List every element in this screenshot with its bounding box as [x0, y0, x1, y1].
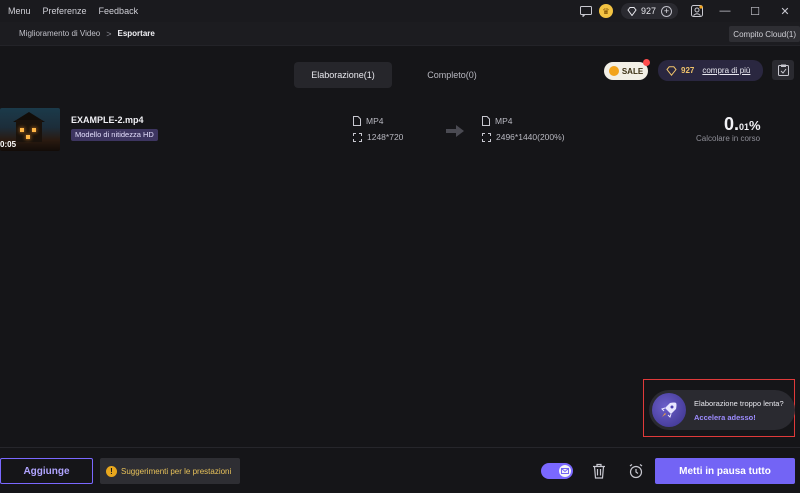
notification-dot [643, 59, 650, 66]
progress-status: Calcolare in corso [696, 134, 761, 143]
breadcrumb-parent[interactable]: Miglioramento di Video [19, 29, 100, 38]
title-bar: Menu Preferenze Feedback ♛ 927 + — ☐ ✕ [0, 0, 800, 22]
sale-label: SALE [621, 66, 644, 76]
message-icon[interactable] [579, 4, 593, 18]
progress-percent: 0.01% [724, 114, 761, 134]
clipboard-icon [777, 64, 789, 76]
thumbnail-window [32, 128, 36, 132]
rocket-icon [652, 393, 686, 427]
trash-icon [593, 463, 605, 479]
coin-balance[interactable]: 927 + [620, 3, 678, 19]
thumbnail-window [20, 128, 24, 132]
gem-icon [627, 6, 637, 16]
resolution-icon [353, 132, 362, 142]
task-row: 0:05 EXAMPLE-2.mp4 Modello di nitidezza … [0, 108, 800, 152]
email-notify-toggle[interactable] [541, 463, 573, 479]
buy-more-pill[interactable]: 927 compra di più [658, 60, 763, 81]
user-account-icon[interactable] [690, 4, 704, 18]
mail-icon [561, 468, 569, 474]
speed-up-highlight: Elaborazione troppo lenta? Accelera ades… [643, 379, 795, 437]
alarm-clock-icon [629, 464, 643, 479]
video-duration: 0:05 [0, 140, 17, 149]
coin-icon [608, 66, 619, 76]
coin-count: 927 [640, 6, 656, 16]
add-button[interactable]: Aggiunge [0, 458, 93, 484]
warning-icon: ! [106, 465, 117, 477]
menu-item-feedback[interactable]: Feedback [99, 6, 139, 16]
tab-bar: Elaborazione(1) Completo(0) [294, 62, 502, 88]
speed-up-question: Elaborazione troppo lenta? [694, 398, 784, 408]
video-thumbnail[interactable]: 0:05 [0, 108, 60, 151]
pause-all-button[interactable]: Metti in pausa tutto [655, 458, 795, 484]
model-tag: Modello di nitidezza HD [71, 129, 158, 141]
performance-tips-button[interactable]: ! Suggerimenti per le prestazioni [100, 458, 240, 484]
gem-count: 927 [681, 66, 695, 75]
menu-item-preferences[interactable]: Preferenze [43, 6, 87, 16]
maximize-icon[interactable]: ☐ [740, 0, 770, 22]
cloud-task-button[interactable]: Compito Cloud(1) [729, 26, 800, 42]
file-icon [353, 116, 361, 126]
source-resolution: 1248*720 [353, 132, 403, 142]
add-coins-icon[interactable]: + [661, 5, 672, 17]
task-list-button[interactable] [772, 60, 794, 80]
source-format: MP4 [353, 116, 383, 126]
target-format: MP4 [482, 116, 512, 126]
resolution-icon [482, 132, 491, 142]
speed-up-link[interactable]: Accelera adesso! [694, 413, 784, 422]
target-resolution: 2496*1440(200%) [482, 132, 565, 142]
crown-icon[interactable]: ♛ [598, 4, 613, 18]
bottom-bar: Aggiunge ! Suggerimenti per le prestazio… [0, 447, 800, 493]
speed-up-card[interactable]: Elaborazione troppo lenta? Accelera ades… [649, 390, 795, 430]
title-bar-controls: ♛ 927 + — ☐ ✕ [573, 0, 800, 22]
delete-button[interactable] [590, 462, 608, 480]
menu-item-menu[interactable]: Menu [8, 6, 31, 16]
breadcrumb: Miglioramento di Video > Esportare Compi… [0, 22, 800, 46]
toggle-knob [559, 465, 571, 477]
breadcrumb-current: Esportare [117, 29, 155, 38]
sale-badge[interactable]: SALE [604, 59, 650, 80]
file-icon [482, 116, 490, 126]
tab-completed[interactable]: Completo(0) [402, 62, 502, 88]
minimize-icon[interactable]: — [710, 0, 740, 22]
file-name: EXAMPLE-2.mp4 [71, 115, 144, 125]
close-icon[interactable]: ✕ [770, 0, 800, 22]
schedule-button[interactable] [627, 462, 645, 480]
tab-processing[interactable]: Elaborazione(1) [294, 62, 392, 88]
buy-more-link[interactable]: compra di più [702, 66, 750, 75]
performance-tips-label: Suggerimenti per le prestazioni [121, 466, 232, 476]
breadcrumb-separator: > [106, 28, 112, 39]
gem-icon [666, 65, 677, 76]
arrow-right-icon [446, 125, 464, 137]
thumbnail-window [26, 135, 30, 139]
